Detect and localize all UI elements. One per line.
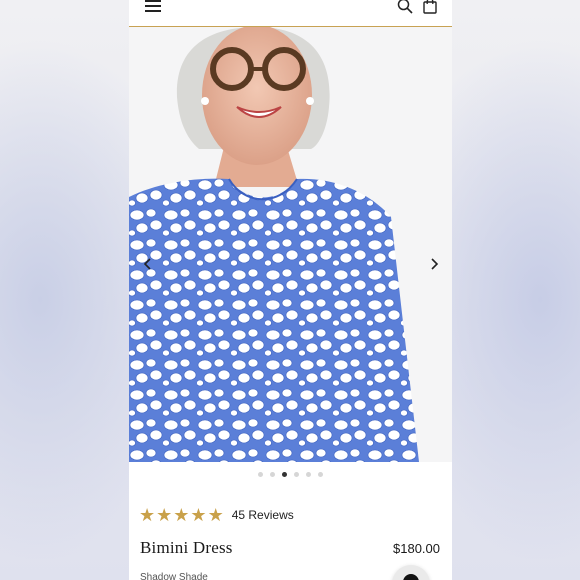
star-icon: ★ xyxy=(156,505,173,525)
star-icon: ★ xyxy=(173,505,190,525)
gallery-dot[interactable] xyxy=(258,472,263,477)
gallery-pagination xyxy=(129,472,452,477)
hamburger-menu-icon[interactable] xyxy=(145,0,161,12)
search-icon[interactable] xyxy=(397,0,413,14)
gallery-dot[interactable] xyxy=(294,472,299,477)
star-rating: ★ ★ ★ ★ ★ xyxy=(139,506,224,524)
chat-button[interactable] xyxy=(392,565,430,580)
chevron-right-icon[interactable] xyxy=(427,257,441,271)
product-image[interactable] xyxy=(129,27,452,462)
product-title: Bimini Dress xyxy=(140,538,233,557)
chevron-left-icon[interactable] xyxy=(141,257,155,271)
product-photo xyxy=(129,27,452,462)
star-icon: ★ xyxy=(190,505,207,525)
star-icon: ★ xyxy=(139,505,156,525)
site-header xyxy=(129,0,452,27)
gallery-dot-active[interactable] xyxy=(282,472,287,477)
reviews-link[interactable]: 45 Reviews xyxy=(232,508,294,522)
gallery-dot[interactable] xyxy=(270,472,275,477)
product-rating[interactable]: ★ ★ ★ ★ ★ 45 Reviews xyxy=(139,506,294,524)
shopping-bag-icon[interactable] xyxy=(423,0,437,14)
gallery-dot[interactable] xyxy=(318,472,323,477)
star-icon: ★ xyxy=(207,505,224,525)
chat-icon xyxy=(403,574,419,580)
mobile-screen: ★ ★ ★ ★ ★ 45 Reviews Bimini Dress $180.0… xyxy=(129,0,452,580)
product-variant: Shadow Shade xyxy=(140,572,208,580)
gallery-dot[interactable] xyxy=(306,472,311,477)
product-price: $180.00 xyxy=(393,541,440,556)
